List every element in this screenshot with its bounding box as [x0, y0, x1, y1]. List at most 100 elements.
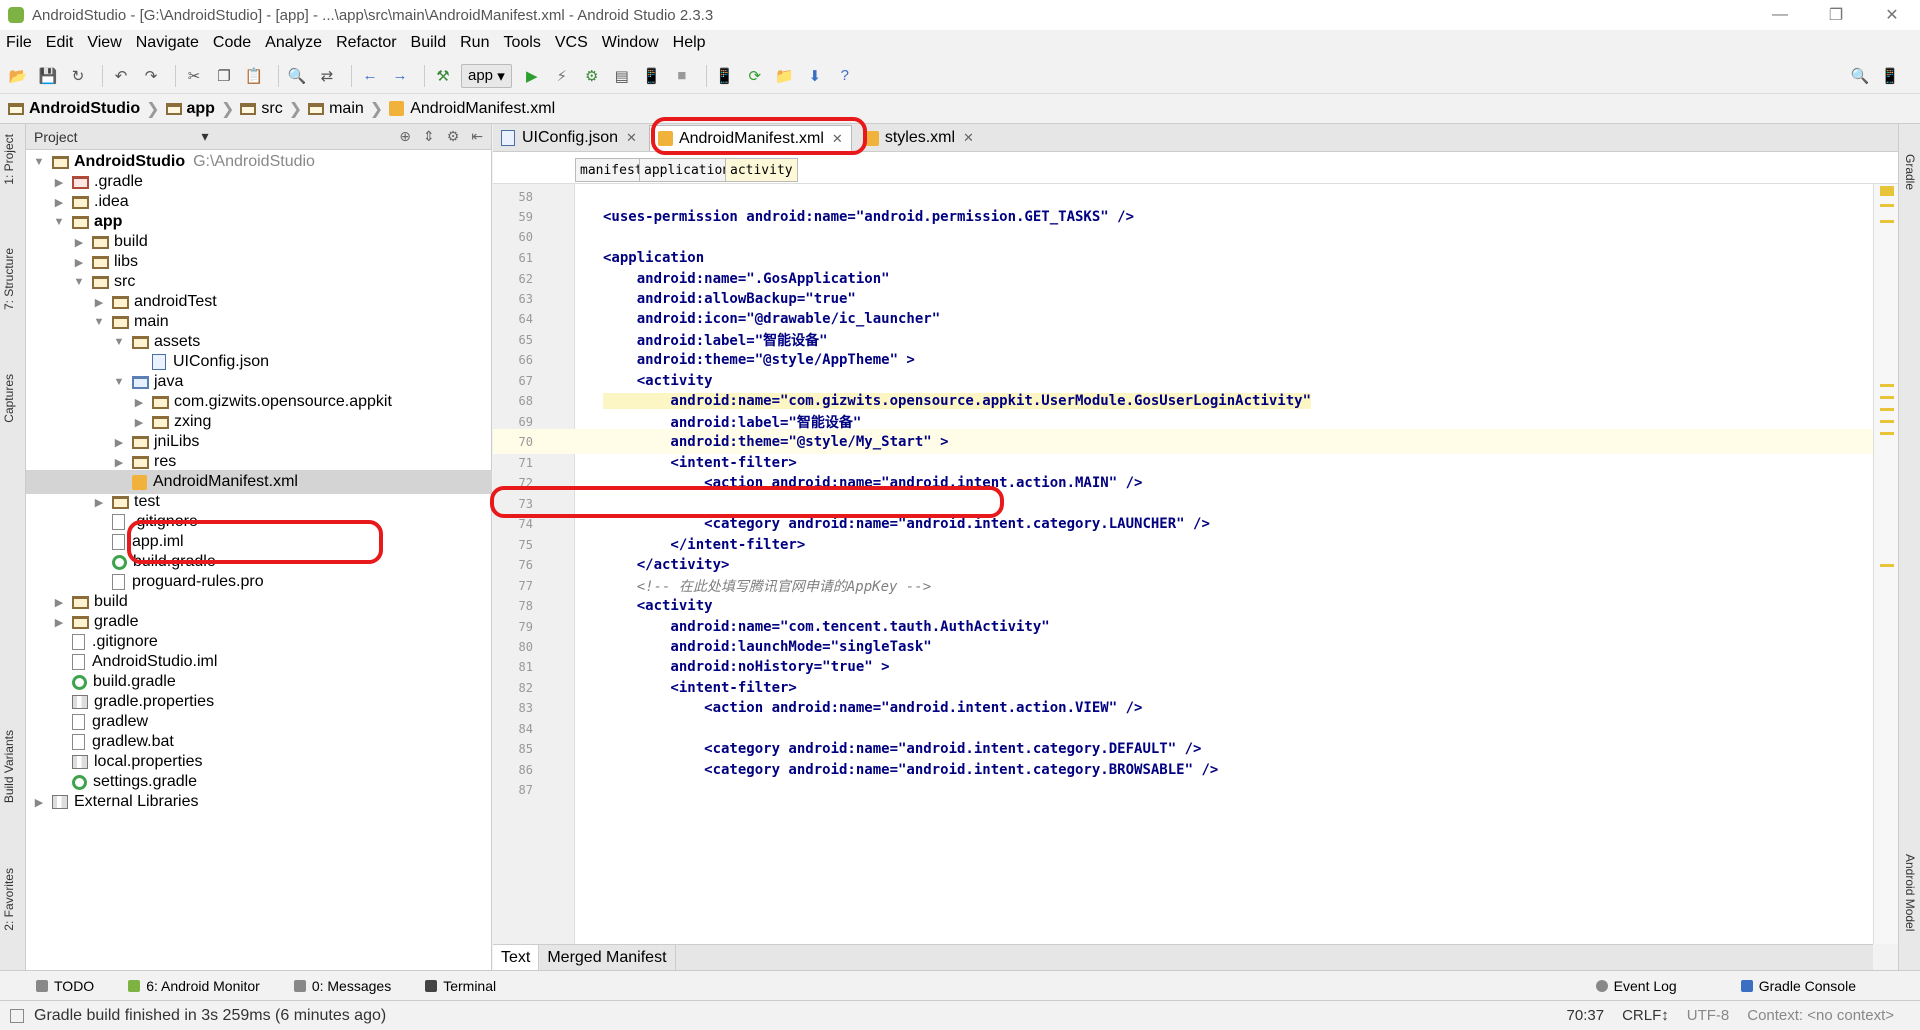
caret-position[interactable]: 70:37 [1567, 1007, 1605, 1024]
xml-crumb-activity[interactable]: activity [725, 158, 798, 182]
code-editor[interactable]: 58 59 <uses-permission android:name="andr… [493, 184, 1873, 944]
xml-crumb-application[interactable]: application [639, 158, 736, 182]
locate-icon[interactable]: ⊕ [399, 128, 411, 145]
crumb-app[interactable]: app ❯ [165, 99, 234, 119]
tab-captures[interactable]: Captures [2, 374, 16, 423]
folder-icon [72, 615, 89, 629]
xml-crumb-manifest[interactable]: manifest [575, 158, 648, 182]
file-icon [112, 534, 125, 550]
close-tab-icon[interactable]: ✕ [626, 130, 637, 146]
menu-view[interactable]: View [87, 34, 121, 52]
stripe-marker[interactable] [1880, 408, 1894, 411]
collapse-icon[interactable]: ⇕ [423, 128, 435, 145]
menu-file[interactable]: File [6, 34, 32, 52]
sdk-manager-icon[interactable]: ⬇ [803, 64, 827, 88]
tool-messages[interactable]: 0: Messages [293, 978, 391, 994]
replace-icon[interactable]: ⇄ [315, 64, 339, 88]
menu-window[interactable]: Window [602, 34, 659, 52]
make-project-icon[interactable]: ⚒ [431, 64, 455, 88]
close-tab-icon[interactable]: ✕ [963, 130, 974, 146]
tool-event-log[interactable]: Event Log [1595, 978, 1677, 994]
status-message[interactable]: Gradle build finished in 3s 259ms (6 min… [34, 1007, 386, 1025]
menu-refactor[interactable]: Refactor [336, 34, 396, 52]
tool-android-monitor[interactable]: 6: Android Monitor [128, 978, 260, 994]
stripe-marker[interactable] [1880, 564, 1894, 567]
tab-merged-manifest[interactable]: Merged Manifest [539, 945, 676, 970]
stripe-marker[interactable] [1880, 420, 1894, 423]
forward-icon[interactable]: → [388, 64, 412, 88]
tab-android-model[interactable]: Android Model [1903, 854, 1917, 931]
sync-gradle-icon[interactable]: ⟳ [743, 64, 767, 88]
stripe-marker[interactable] [1880, 396, 1894, 399]
maximize-icon[interactable]: ❐ [1808, 0, 1864, 30]
minimize-icon[interactable]: — [1752, 0, 1808, 30]
run-config-select[interactable]: app ▾ [461, 63, 512, 88]
stop-icon[interactable]: ■ [670, 64, 694, 88]
paste-icon[interactable]: 📋 [242, 64, 266, 88]
open-icon[interactable]: 📂 [6, 64, 30, 88]
sync-icon[interactable]: ↻ [66, 64, 90, 88]
file-encoding[interactable]: UTF-8 [1687, 1007, 1730, 1024]
crumb-main[interactable]: main ❯ [308, 99, 383, 119]
tab-build-variants[interactable]: Build Variants [2, 730, 16, 803]
device-icon[interactable]: 📱 [1878, 64, 1902, 88]
tab-favorites[interactable]: 2: Favorites [2, 868, 16, 931]
tab-gradle[interactable]: Gradle [1903, 154, 1917, 190]
line-separator[interactable]: CRLF↕ [1622, 1007, 1669, 1024]
tab-androidmanifest-xml[interactable]: AndroidManifest.xml ✕ [648, 125, 852, 151]
status-icon[interactable] [10, 1008, 24, 1023]
menu-navigate[interactable]: Navigate [136, 34, 199, 52]
menu-help[interactable]: Help [673, 34, 706, 52]
copy-icon[interactable]: ❐ [212, 64, 236, 88]
save-icon[interactable]: 💾 [36, 64, 60, 88]
profile-icon[interactable]: ▤ [610, 64, 634, 88]
stripe-marker[interactable] [1880, 220, 1894, 223]
xml-file-icon [863, 130, 879, 146]
cut-icon[interactable]: ✂ [182, 64, 206, 88]
undo-icon[interactable]: ↶ [109, 64, 133, 88]
debug-icon[interactable]: ⚙ [580, 64, 604, 88]
stripe-marker[interactable] [1880, 432, 1894, 435]
find-icon[interactable]: 🔍 [285, 64, 309, 88]
tab-styles-xml[interactable]: styles.xml ✕ [856, 125, 982, 151]
tab-project[interactable]: 1: Project [2, 134, 16, 185]
gear-icon[interactable]: ⚙ [447, 128, 460, 145]
stripe-marker[interactable] [1880, 186, 1894, 196]
project-view-select[interactable]: Project [34, 129, 78, 145]
tool-todo[interactable]: TODO [36, 978, 94, 994]
close-icon[interactable]: ✕ [1864, 0, 1920, 30]
tab-text[interactable]: Text [493, 945, 540, 970]
run-icon[interactable]: ▶ [520, 64, 544, 88]
menu-vcs[interactable]: VCS [555, 34, 588, 52]
project-structure-icon[interactable]: 📁 [773, 64, 797, 88]
error-stripe[interactable] [1873, 184, 1898, 944]
search-everywhere-icon[interactable]: 🔍 [1848, 64, 1872, 88]
tree-item[interactable]: ▶ External Libraries [26, 790, 492, 814]
menu-run[interactable]: Run [460, 34, 489, 52]
crumb-project[interactable]: AndroidStudio ❯ [8, 99, 160, 119]
menu-tools[interactable]: Tools [503, 34, 540, 52]
menu-build[interactable]: Build [411, 34, 447, 52]
tool-gradle-console[interactable]: Gradle Console [1740, 978, 1856, 994]
tab-uiconfig-json[interactable]: UIConfig.json ✕ [493, 125, 645, 151]
menu-code[interactable]: Code [213, 34, 251, 52]
context-indicator[interactable]: Context: <no context> [1747, 1007, 1894, 1024]
help-icon[interactable]: ? [833, 64, 857, 88]
hide-icon[interactable]: ⇤ [471, 128, 483, 145]
close-tab-icon[interactable]: ✕ [832, 131, 843, 147]
instant-run-icon[interactable]: ⚡ [550, 64, 574, 88]
back-icon[interactable]: ← [358, 64, 382, 88]
tool-terminal[interactable]: Terminal [425, 978, 496, 994]
menu-edit[interactable]: Edit [46, 34, 74, 52]
menu-analyze[interactable]: Analyze [265, 34, 322, 52]
tab-structure[interactable]: 7: Structure [2, 248, 16, 310]
stripe-marker[interactable] [1880, 384, 1894, 387]
chevron-down-icon[interactable]: ▾ [201, 128, 208, 145]
crumb-manifest[interactable]: AndroidManifest.xml [389, 100, 555, 118]
xml-file-icon [657, 131, 673, 146]
redo-icon[interactable]: ↷ [139, 64, 163, 88]
stripe-marker[interactable] [1880, 204, 1894, 207]
attach-debugger-icon[interactable]: 📱 [640, 64, 664, 88]
avd-manager-icon[interactable]: 📱 [713, 64, 737, 88]
crumb-src[interactable]: src ❯ [240, 99, 302, 119]
